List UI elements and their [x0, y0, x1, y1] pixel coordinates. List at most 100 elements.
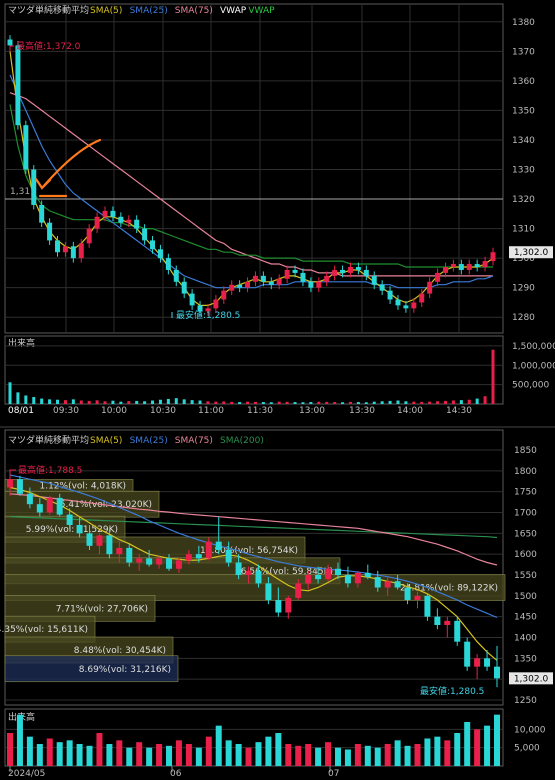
candle-body [442, 267, 448, 273]
candle-body [39, 204, 45, 223]
daily-candle-body [305, 575, 312, 584]
time-axis-tick: 10:00 [101, 406, 127, 416]
daily-volume-bar [185, 744, 192, 766]
daily-axis-tick: 1250 [514, 696, 537, 706]
daily-volume-bar [235, 744, 242, 766]
daily-volume-bar [106, 744, 113, 766]
candle-body [427, 281, 433, 294]
candle-body [347, 267, 353, 273]
candle-body [47, 222, 53, 241]
daily-volume-bar [116, 740, 123, 766]
daily-volume-bar [414, 744, 421, 766]
daily-candle-body [265, 583, 272, 600]
daily-volume-bar [225, 740, 232, 766]
daily-volume-bar [285, 744, 292, 766]
daily-date-tick: 07 [328, 769, 339, 779]
daily-volume-bar [404, 745, 411, 766]
daily-date-tick: 06 [170, 769, 182, 779]
candle-body [78, 243, 84, 259]
daily-candle-body [414, 595, 421, 600]
volume-bar [16, 392, 20, 404]
volume-bar [32, 397, 36, 404]
time-axis-tick: 11:00 [198, 406, 224, 416]
header-indicator-type: 単純移動平均 [35, 4, 89, 16]
volume-bar [277, 401, 281, 404]
candle-body [300, 272, 306, 282]
volume-bar [71, 399, 75, 404]
daily-candle-body [106, 535, 113, 555]
daily-candle-body [46, 497, 53, 513]
header-legend-item: SMA(25) [130, 6, 168, 16]
candle-body [134, 219, 140, 229]
volume-bar [135, 400, 139, 404]
header-stock-name: マツダ [8, 4, 35, 16]
price-axis-tick: 1370 [512, 47, 535, 57]
daily-axis-tick: 1650 [514, 529, 537, 539]
daily-candle-body [215, 541, 222, 550]
candle-body [466, 264, 472, 270]
daily-volume-bar [76, 744, 83, 766]
volume-bar [111, 400, 115, 404]
daily-axis-tick: 1550 [514, 571, 537, 581]
daily-candle-body [444, 620, 451, 625]
daily-volume-bar [175, 740, 182, 766]
daily-candle-body [384, 581, 391, 588]
daily-candle-body [295, 583, 302, 598]
daily-axis-tick: 1600 [514, 550, 537, 560]
volume-bar [420, 401, 424, 404]
candle-body [268, 281, 274, 285]
daily-low-label: 最安値:1,280.5 [420, 685, 484, 697]
daily-axis-tick: 1700 [514, 509, 537, 519]
volume-bar [475, 398, 479, 404]
daily-candle-body [225, 550, 232, 563]
time-axis-tick: 11:30 [247, 406, 273, 416]
candle-body [308, 281, 314, 288]
volume-bar [87, 400, 91, 404]
daily-volume-bar [255, 742, 262, 766]
daily-axis-tick: 1500 [514, 592, 537, 602]
candle-body [490, 252, 496, 262]
high-price-label: 最高値:1,372.0 [16, 40, 81, 52]
daily-candle-body [156, 558, 163, 565]
candle-body [260, 275, 266, 282]
candle-body [62, 246, 68, 253]
price-axis-tick: 1360 [512, 77, 535, 87]
date-label: 08/01 [8, 406, 34, 416]
daily-candle-body [56, 497, 63, 515]
candle-body [165, 258, 171, 270]
daily-candle-body [36, 504, 43, 513]
candle-body [332, 269, 338, 276]
volume-profile-label: 1.12%(vol: 4,018K) [39, 481, 126, 491]
candle-body [181, 281, 187, 294]
volume-bar [56, 399, 60, 404]
price-axis-tick: 1350 [512, 106, 535, 116]
candle-body [371, 275, 377, 285]
daily-volume-bar [86, 745, 93, 766]
candle-body [142, 228, 148, 241]
candle-body [15, 45, 21, 126]
low-price-label: 最安値:1,280.5 [176, 309, 240, 321]
volume-bar [372, 401, 376, 404]
daily-candle-body [255, 570, 262, 584]
price-axis-tick: 1290 [512, 284, 535, 294]
daily-volume-bar [146, 747, 153, 766]
daily-candle-body [7, 479, 13, 488]
daily-volume-bar [265, 736, 272, 766]
candle-body [316, 281, 322, 288]
candle-body [173, 269, 179, 282]
daily-candle-body [404, 587, 411, 600]
daily-volume-bar [215, 725, 222, 766]
daily-candle-body [434, 616, 441, 625]
daily-candle-body [354, 572, 361, 584]
daily-candle-body [235, 562, 242, 575]
header-legend-item: SMA(5) [90, 6, 122, 16]
time-axis-tick: 14:00 [397, 406, 423, 416]
candle-body [458, 264, 464, 270]
daily-candle-body [275, 600, 282, 613]
volume-bar [246, 401, 250, 404]
volume-bar [143, 401, 147, 404]
time-axis-tick: 09:30 [53, 406, 79, 416]
daily-volume-bar [156, 744, 163, 766]
candle-body [245, 281, 251, 288]
volume-bar [8, 382, 12, 404]
